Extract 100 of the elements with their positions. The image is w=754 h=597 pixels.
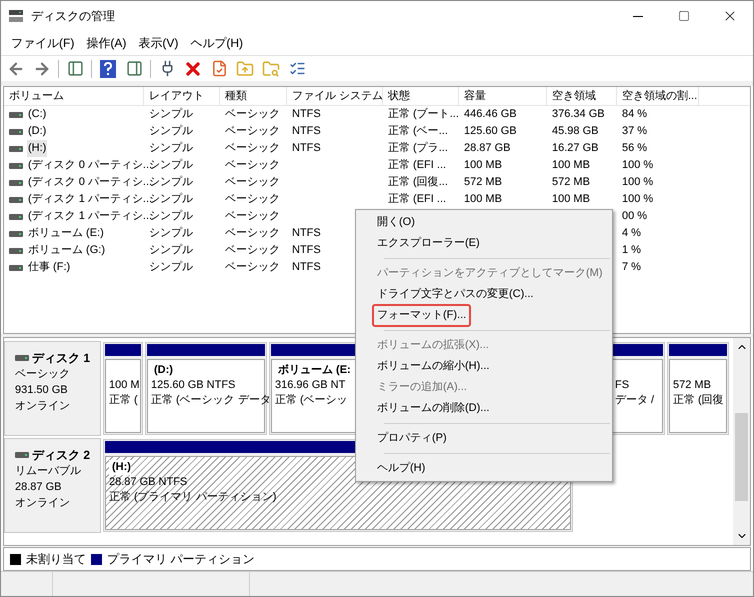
column-header[interactable]: 空き領域の割... [617, 87, 699, 105]
column-header[interactable]: 状態 [383, 87, 459, 105]
partition-size: 28.87 GB NTFS [109, 475, 188, 490]
table-cell: 28.87 GB [464, 142, 510, 154]
menu-item[interactable]: 操作(A) [80, 31, 132, 55]
context-menu-item[interactable]: ドライブ文字とパスの変更(C)... [372, 283, 538, 306]
column-header[interactable]: 種類 [220, 87, 287, 105]
partition-size: FS [615, 378, 630, 393]
column-header[interactable]: 空き領域 [547, 87, 617, 105]
table-cell: シンプル [149, 125, 193, 138]
partition-size: 572 MB [673, 378, 711, 393]
table-cell: 37 % [622, 125, 648, 138]
disk-size: 931.50 GB [15, 383, 69, 398]
table-cell: 1 % [622, 244, 641, 256]
column-header[interactable]: レイアウト [144, 87, 220, 105]
table-cell: 376.34 GB [552, 108, 605, 120]
disk-type: リムーバブル [15, 464, 82, 479]
table-cell: ベーシック [225, 108, 280, 120]
table-cell: 56 % [622, 142, 648, 154]
column-header[interactable]: ファイル システム [287, 87, 383, 105]
table-cell: NTFS [292, 261, 321, 274]
column-header[interactable]: ボリューム [4, 87, 144, 105]
table-cell: 正常 (プラ... [388, 142, 448, 154]
partition-status: 正常 ( [109, 393, 138, 408]
table-cell: 100 % [622, 159, 654, 172]
table-cell: 100 % [622, 176, 654, 188]
context-menu-item[interactable]: ボリュームの縮小(H)... [372, 355, 494, 378]
context-menu-item[interactable]: ボリュームの削除(D)... [372, 397, 494, 420]
partition-block[interactable]: 100 M 正常 ( [103, 342, 143, 435]
partition-status: データ / [615, 393, 654, 408]
table-cell: 84 % [622, 108, 648, 120]
disk-status: オンライン [15, 399, 71, 414]
table-cell: ベーシック [225, 176, 280, 188]
table-cell: NTFS [292, 125, 321, 138]
menu-item[interactable]: ファイル(F) [5, 31, 80, 55]
disk-name: ディスク 2 [32, 447, 90, 463]
partition-size: 316.96 GB NT [275, 378, 346, 393]
partition-block[interactable]: (D:) 125.60 GB NTFS 正常 (ベーシック データ [145, 342, 267, 435]
table-cell: 125.60 GB [464, 125, 517, 138]
legend-label: プライマリ パーティション [107, 551, 254, 568]
table-cell: ベーシック [225, 159, 280, 172]
partition-name: (H:) [109, 460, 131, 475]
table-cell: 100 MB [552, 193, 590, 206]
context-menu-item[interactable]: ヘルプ(H) [372, 457, 430, 480]
disk-label-panel[interactable]: ディスク 2 リムーバブル 28.87 GB オンライン [4, 438, 101, 533]
table-cell: 446.46 GB [464, 108, 517, 120]
table-cell: 4 % [622, 227, 641, 240]
table-cell: シンプル [149, 142, 193, 154]
table-cell: ベーシック [225, 142, 280, 154]
partition-block[interactable]: 572 MB 正常 (回復 [667, 342, 729, 435]
menu-item[interactable]: ヘルプ(H) [184, 31, 249, 55]
partition-name: ボリューム (E: [275, 363, 351, 378]
table-cell: 100 MB [552, 159, 590, 172]
table-cell[interactable]: (D:) [27, 123, 48, 140]
disk-type: ベーシック [15, 367, 71, 382]
table-cell: 572 MB [552, 176, 590, 188]
disk-label-panel[interactable]: ディスク 1 ベーシック 931.50 GB オンライン [4, 341, 101, 436]
table-cell: 正常 (ベー... [388, 125, 448, 138]
context-menu-item[interactable]: エクスプローラー(E) [372, 232, 485, 255]
table-cell: 正常 (ブート... [388, 108, 459, 120]
table-cell: シンプル [149, 108, 193, 120]
table-cell: ベーシック [225, 261, 280, 274]
table-cell: シンプル [149, 261, 193, 274]
table-cell: 45.98 GB [552, 125, 598, 138]
context-menu-item[interactable]: 開く(O) [372, 211, 420, 234]
table-cell: シンプル [149, 227, 193, 240]
legend-label: 未割り当て [26, 551, 86, 568]
table-cell: ベーシック [225, 227, 280, 240]
table-cell: 正常 (回復... [388, 176, 448, 188]
partition-size: 125.60 GB NTFS [151, 378, 236, 393]
table-cell: NTFS [292, 244, 321, 256]
table-cell: 572 MB [464, 176, 502, 188]
disk-size: 28.87 GB [15, 480, 62, 495]
table-cell[interactable]: (C:) [27, 106, 48, 123]
table-cell: シンプル [149, 244, 193, 256]
partition-status: 正常 (プライマリ パーティション) [109, 490, 276, 505]
table-cell: ベーシック [225, 125, 280, 138]
table-cell[interactable]: ボリューム (E:) [27, 225, 105, 242]
table-cell: 100 MB [464, 159, 502, 172]
table-cell: NTFS [292, 108, 321, 120]
table-cell: ベーシック [225, 210, 280, 222]
table-cell: 正常 (EFI ... [388, 159, 446, 172]
table-cell[interactable]: (H:) [27, 140, 48, 157]
table-cell[interactable]: 仕事 (F:) [27, 259, 72, 276]
table-cell: 16.27 GB [552, 142, 598, 154]
partition-size: 100 M [109, 378, 140, 393]
table-cell: ベーシック [225, 193, 280, 206]
column-header[interactable]: 容量 [459, 87, 547, 105]
table-cell: ベーシック [225, 244, 280, 256]
table-cell: NTFS [292, 227, 321, 240]
menu-item[interactable]: 表示(V) [132, 31, 184, 55]
disk-name: ディスク 1 [32, 350, 90, 366]
partition-status: 正常 (ベーシッ [275, 393, 348, 408]
table-cell: 正常 (EFI ... [388, 193, 446, 206]
window-title: ディスクの管理 [31, 8, 115, 25]
table-cell: NTFS [292, 142, 321, 154]
table-cell: 100 % [622, 193, 654, 206]
context-menu-item[interactable]: フォーマット(F)... [372, 304, 472, 327]
partition-status: 正常 (回復 [673, 393, 724, 408]
table-cell[interactable]: ボリューム (G:) [27, 242, 106, 259]
